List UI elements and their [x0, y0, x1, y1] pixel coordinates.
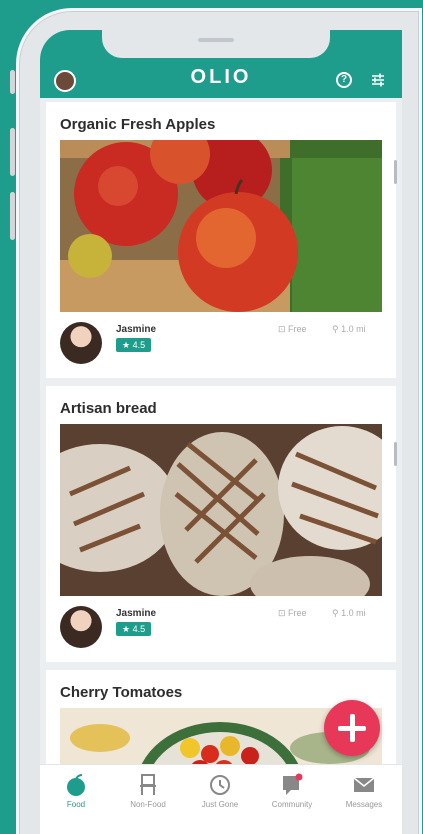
listing-title: Cherry Tomatoes — [60, 684, 183, 701]
add-listing-button[interactable] — [324, 700, 380, 756]
bottom-navigation: Food Non-Food Just Gone Community Messag… — [40, 764, 402, 834]
app-screen: OLIO ? Organic Fresh Apples Jasmine ★ 4.… — [40, 30, 402, 834]
scrollbar-thumb[interactable] — [394, 160, 397, 184]
listing-photo-bread[interactable] — [60, 424, 382, 596]
phone-notch — [102, 30, 330, 58]
rating-badge: ★ 4.5 — [116, 338, 152, 352]
history-icon — [210, 775, 230, 795]
listing-photo-apples[interactable] — [60, 140, 382, 312]
nav-item-just-gone[interactable]: Just Gone — [184, 773, 256, 809]
user-name: Jasmine — [116, 608, 157, 619]
listing-card[interactable]: Artisan bread Jasmine ★ 4.5 ⊡ Free ⚲ 1.0… — [46, 386, 396, 662]
phone-volume-up-button — [10, 128, 15, 176]
phone-speaker — [198, 38, 234, 42]
distance-label: ⚲ 1.0 mi — [332, 324, 366, 334]
envelope-icon — [353, 777, 375, 792]
phone-mute-button — [10, 70, 15, 94]
distance-label: ⚲ 1.0 mi — [332, 608, 366, 618]
price-label: ⊡ Free — [278, 324, 307, 334]
listings-feed[interactable]: Organic Fresh Apples Jasmine ★ 4.5 ⊡ Fre… — [40, 98, 402, 784]
nav-label: Community — [271, 800, 313, 809]
nav-label: Just Gone — [201, 800, 239, 809]
nav-label: Messages — [345, 800, 383, 809]
community-icon — [283, 773, 303, 795]
listing-meta: Jasmine ★ 4.5 ⊡ Free ⚲ 1.0 mi — [60, 322, 382, 366]
nav-item-food[interactable]: Food — [40, 773, 112, 809]
price-label: ⊡ Free — [278, 608, 307, 618]
listing-card[interactable]: Organic Fresh Apples Jasmine ★ 4.5 ⊡ Fre… — [46, 102, 396, 378]
user-avatar[interactable] — [60, 606, 102, 648]
apple-icon — [67, 774, 85, 796]
phone-volume-down-button — [10, 192, 15, 240]
nav-label: Non-Food — [130, 800, 166, 809]
nav-item-messages[interactable]: Messages — [328, 773, 400, 809]
scrollbar-thumb[interactable] — [394, 442, 397, 466]
filter-sliders-icon[interactable] — [370, 72, 386, 88]
nav-item-non-food[interactable]: Non-Food — [112, 773, 184, 809]
listing-title: Artisan bread — [60, 400, 157, 417]
user-avatar[interactable] — [60, 322, 102, 364]
listing-title: Organic Fresh Apples — [60, 116, 216, 133]
chair-icon — [140, 774, 156, 795]
user-name: Jasmine — [116, 324, 157, 335]
help-circle-icon[interactable]: ? — [336, 72, 352, 88]
nav-item-community[interactable]: Community — [256, 773, 328, 809]
listing-meta: Jasmine ★ 4.5 ⊡ Free ⚲ 1.0 mi — [60, 606, 382, 650]
nav-label: Food — [66, 800, 86, 809]
rating-badge: ★ 4.5 — [116, 622, 152, 636]
